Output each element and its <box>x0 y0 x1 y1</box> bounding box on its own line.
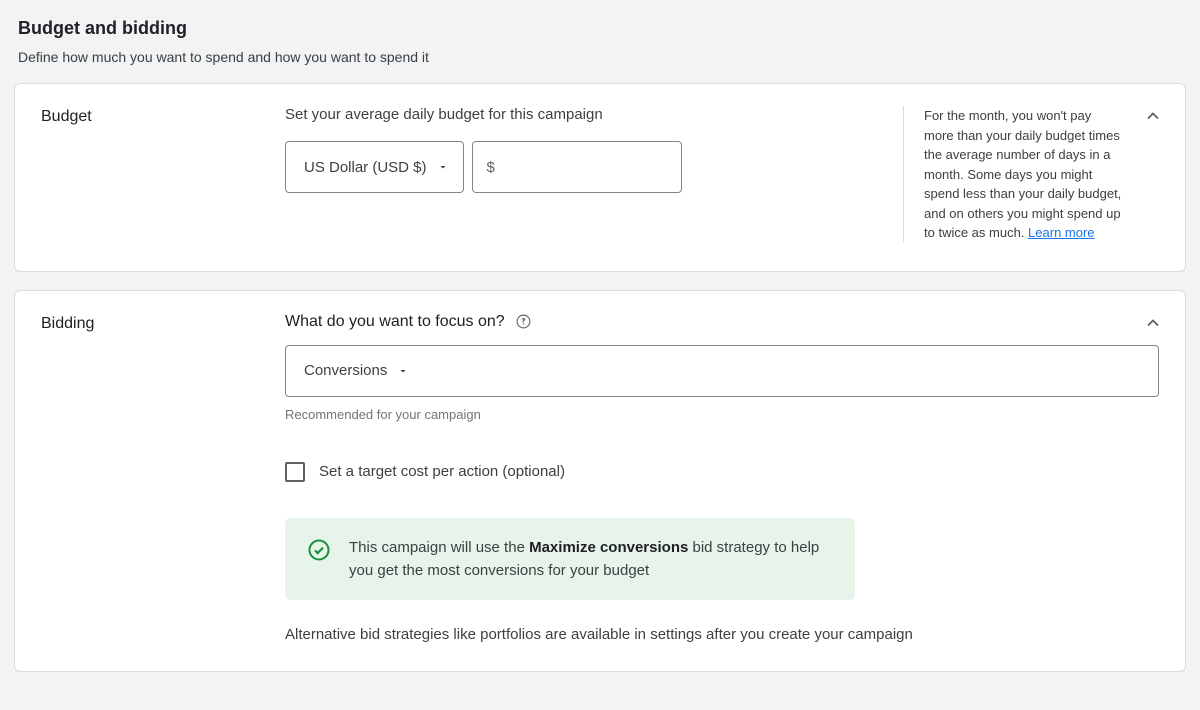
budget-help-body: For the month, you won't pay more than y… <box>924 108 1121 240</box>
check-circle-icon <box>307 538 331 562</box>
bidding-card: Bidding What do you want to focus on? Co… <box>14 290 1186 673</box>
banner-text-pre: This campaign will use the <box>349 539 529 556</box>
strategy-info-banner: This campaign will use the Maximize conv… <box>285 518 855 601</box>
collapse-bidding-button[interactable] <box>1143 313 1163 333</box>
target-cpa-label: Set a target cost per action (optional) <box>319 463 565 480</box>
budget-amount-field[interactable]: $ <box>472 141 682 193</box>
help-circle-icon <box>515 313 532 330</box>
banner-text-bold: Maximize conversions <box>529 539 688 556</box>
focus-question: What do you want to focus on? <box>285 313 505 331</box>
currency-select[interactable]: US Dollar (USD $) <box>285 141 464 193</box>
help-tooltip-button[interactable] <box>515 313 532 330</box>
currency-select-value: US Dollar (USD $) <box>304 159 427 176</box>
dropdown-caret-icon <box>397 365 409 377</box>
chevron-up-icon <box>1143 106 1163 126</box>
collapse-budget-button[interactable] <box>1143 106 1163 126</box>
recommended-note: Recommended for your campaign <box>285 407 1159 422</box>
page-title: Budget and bidding <box>18 18 1186 39</box>
budget-amount-input[interactable] <box>501 159 667 176</box>
bidding-section-label: Bidding <box>41 313 285 644</box>
budget-help-text: For the month, you won't pay more than y… <box>903 106 1159 243</box>
focus-select-value: Conversions <box>304 362 387 379</box>
chevron-up-icon <box>1143 313 1163 333</box>
budget-prompt: Set your average daily budget for this c… <box>285 106 883 123</box>
budget-section-label: Budget <box>41 106 285 243</box>
learn-more-link[interactable]: Learn more <box>1028 225 1094 240</box>
currency-symbol: $ <box>487 159 495 176</box>
dropdown-caret-icon <box>437 161 449 173</box>
page-subtitle: Define how much you want to spend and ho… <box>18 49 1186 65</box>
focus-select[interactable]: Conversions <box>285 345 1159 397</box>
budget-card: Budget Set your average daily budget for… <box>14 83 1186 272</box>
target-cpa-checkbox[interactable] <box>285 462 305 482</box>
